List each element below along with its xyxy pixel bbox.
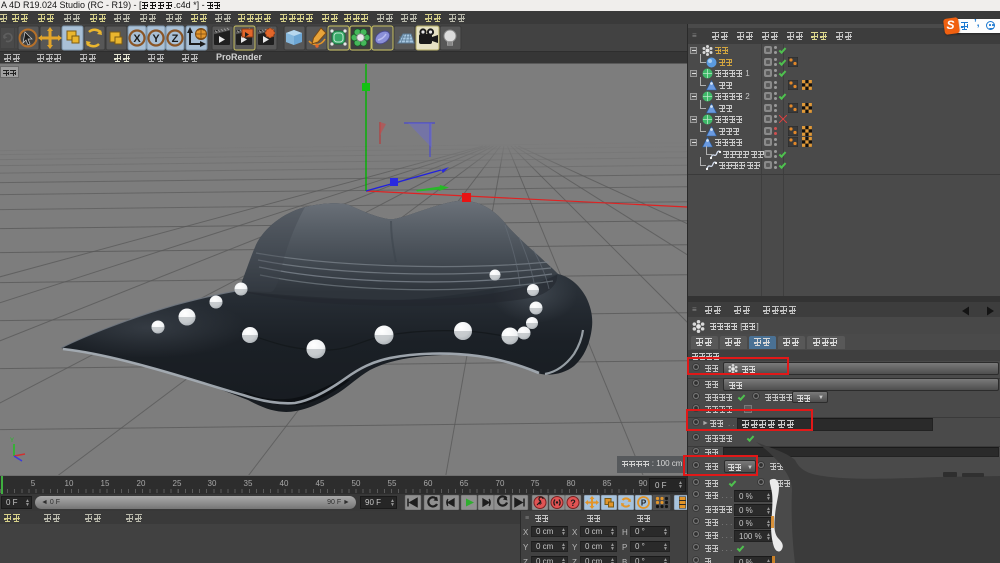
svg-text:?: ?	[570, 498, 576, 508]
svg-text:X: X	[133, 33, 141, 45]
svg-text:Z: Z	[172, 33, 179, 45]
svg-text:Y: Y	[10, 438, 14, 444]
svg-text:P: P	[641, 499, 647, 508]
svg-text:Y: Y	[152, 33, 160, 45]
